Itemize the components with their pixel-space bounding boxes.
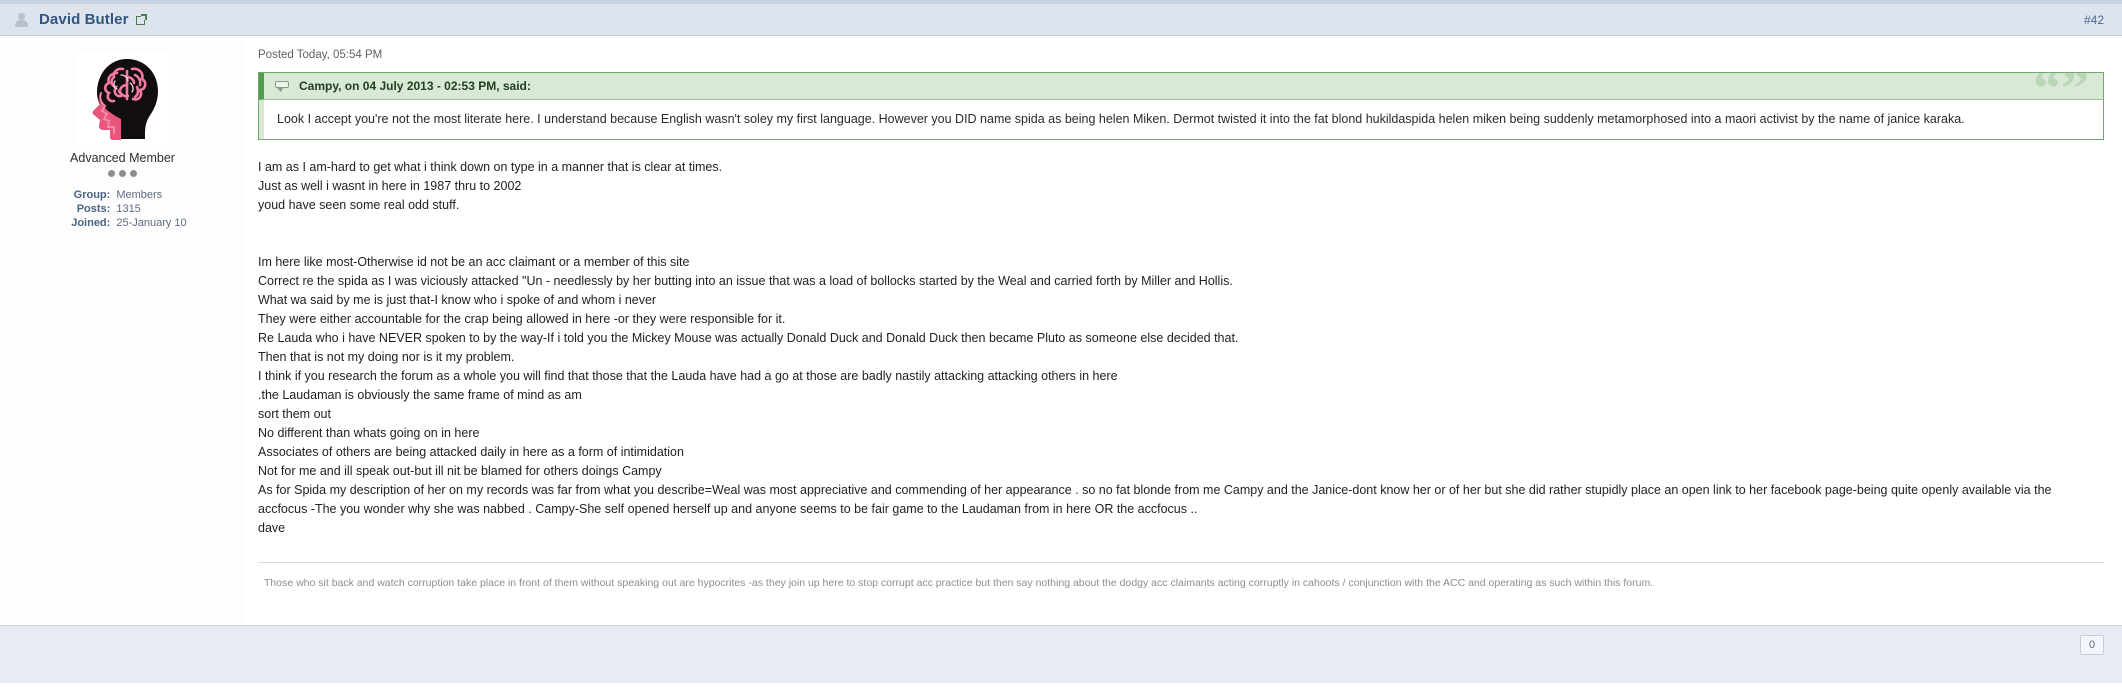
rank-pip bbox=[130, 170, 137, 177]
member-rank-pips bbox=[0, 170, 245, 177]
post-line: .the Laudaman is obviously the same fram… bbox=[258, 388, 582, 402]
post-body: Advanced Member Group: Members Posts: 1315… bbox=[0, 37, 2122, 625]
post-line: No different than whats going on in here bbox=[258, 426, 480, 440]
post-content: Posted Today, 05:54 PM Campy, on 04 July… bbox=[245, 37, 2122, 625]
decorative-quote-marks: “” bbox=[2033, 73, 2089, 99]
post-line: I think if you research the forum as a w… bbox=[258, 369, 1118, 383]
stat-value: 1315 bbox=[116, 203, 141, 215]
forum-post-page: David Butler #42 Advanced Member Group: … bbox=[0, 0, 2122, 687]
stat-label: Group: bbox=[73, 189, 111, 201]
post-line: Just as well i wasnt in here in 1987 thr… bbox=[258, 179, 522, 193]
posted-timestamp: Posted Today, 05:54 PM bbox=[258, 49, 383, 61]
author-panel: Advanced Member Group: Members Posts: 1315… bbox=[0, 37, 245, 625]
stat-label: Posts: bbox=[76, 203, 111, 215]
post-header: David Butler #42 bbox=[0, 4, 2122, 36]
post-line: They were either accountable for the cra… bbox=[258, 312, 786, 326]
post-author-name[interactable]: David Butler bbox=[39, 11, 129, 28]
post-line: youd have seen some real odd stuff. bbox=[258, 198, 460, 212]
member-title: Advanced Member bbox=[70, 151, 175, 165]
post-line: Not for me and ill speak out-but ill nit… bbox=[258, 464, 662, 478]
post-line: sort them out bbox=[258, 407, 331, 421]
quote-attribution[interactable]: Campy, on 04 July 2013 - 02:53 PM, said: bbox=[299, 79, 531, 93]
post-signature: Those who sit back and watch corruption … bbox=[258, 562, 2104, 591]
stat-row-group: Group: Members bbox=[58, 189, 186, 202]
post-line: Correct re the spida as I was viciously … bbox=[258, 274, 1233, 288]
post-line: Re Lauda who i have NEVER spoken to by t… bbox=[258, 331, 1239, 345]
post-line: Then that is not my doing nor is it my p… bbox=[258, 350, 515, 364]
author-stats: Group: Members Posts: 1315 Joined: 25-Janua… bbox=[58, 189, 186, 231]
post-line: As for Spida my description of her on my… bbox=[258, 483, 2052, 516]
stat-row-posts: Posts: 1315 bbox=[58, 203, 186, 216]
brain-head-avatar-icon bbox=[92, 59, 158, 140]
post-line: What wa said by me is just that-I know w… bbox=[258, 293, 657, 307]
post-line: Associates of others are being attacked … bbox=[258, 445, 684, 459]
reputation-badge[interactable]: 0 bbox=[2080, 635, 2104, 655]
post-line: Im here like most-Otherwise id not be an… bbox=[258, 255, 690, 269]
rank-pip bbox=[108, 170, 115, 177]
stat-row-joined: Joined: 25-January 10 bbox=[58, 217, 186, 230]
stat-label: Joined: bbox=[71, 217, 111, 229]
paragraph-one: I am as I am-hard to get what i think do… bbox=[258, 158, 2104, 215]
external-link-icon[interactable] bbox=[135, 14, 147, 25]
stat-value: Members bbox=[116, 189, 163, 201]
footer-divider bbox=[0, 683, 2122, 687]
rank-pip bbox=[119, 170, 126, 177]
quote-text: Look I accept you're not the most litera… bbox=[259, 100, 2103, 139]
quote-bubble-icon bbox=[275, 80, 291, 92]
post-message: I am as I am-hard to get what i think do… bbox=[258, 158, 2104, 538]
stat-value: 25-January 10 bbox=[116, 217, 187, 229]
user-icon bbox=[14, 12, 29, 27]
quote-block: Campy, on 04 July 2013 - 02:53 PM, said:… bbox=[258, 72, 2104, 140]
paragraph-two: Im here like most-Otherwise id not be an… bbox=[258, 253, 2104, 538]
post-line: I am as I am-hard to get what i think do… bbox=[258, 160, 723, 174]
quote-header: Campy, on 04 July 2013 - 02:53 PM, said:… bbox=[259, 73, 2103, 100]
post-number-link[interactable]: #42 bbox=[2084, 13, 2104, 27]
post-line: dave bbox=[258, 521, 286, 535]
post-footer: 0 bbox=[0, 625, 2122, 687]
avatar[interactable] bbox=[76, 53, 169, 145]
